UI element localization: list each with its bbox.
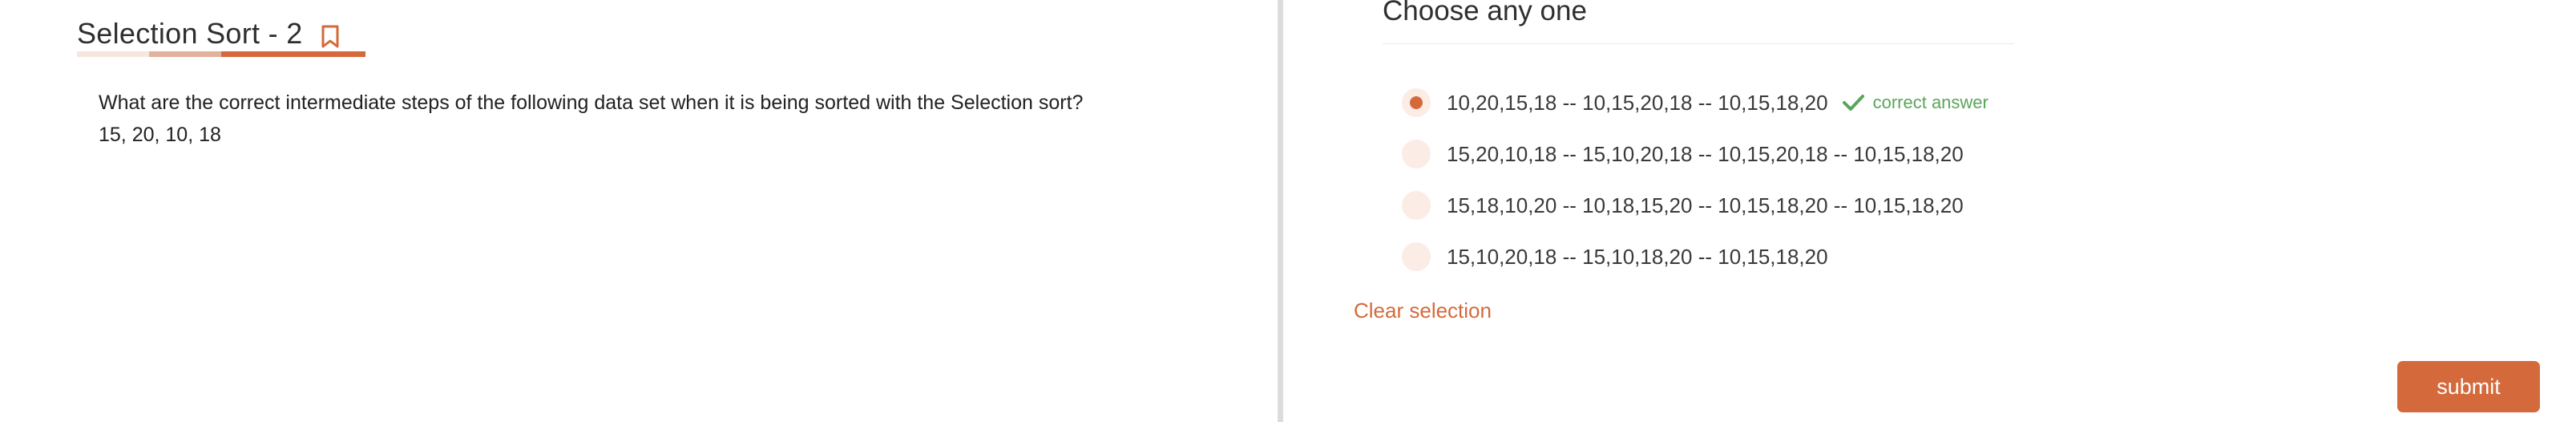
option-label: 15,20,10,18 -- 15,10,20,18 -- 10,15,20,1…	[1447, 141, 1964, 166]
quiz-page: Selection Sort - 2 What are the correct …	[0, 0, 2576, 422]
radio-button[interactable]	[1402, 140, 1431, 168]
option-3[interactable]: 15,18,10,20 -- 10,18,15,20 -- 10,15,18,2…	[1402, 180, 1989, 231]
radio-button[interactable]	[1402, 242, 1431, 271]
page-title: Selection Sort - 2	[77, 17, 303, 50]
choose-heading: Choose any one	[1383, 0, 1587, 26]
title-row: Selection Sort - 2	[77, 13, 340, 55]
question-prompt: What are the correct intermediate steps …	[99, 91, 1084, 114]
progress-segment	[149, 51, 221, 57]
option-label: 15,18,10,20 -- 10,18,15,20 -- 10,15,18,2…	[1447, 193, 1964, 217]
question-pane: Selection Sort - 2 What are the correct …	[0, 0, 1278, 422]
answer-pane: Choose any one 10,20,15,18 -- 10,15,20,1…	[1283, 0, 2576, 422]
radio-button[interactable]	[1402, 191, 1431, 220]
progress-segment	[221, 51, 365, 57]
submit-button[interactable]: submit	[2397, 361, 2540, 412]
bookmark-icon[interactable]	[321, 25, 340, 49]
radio-button-selected[interactable]	[1402, 88, 1431, 117]
option-label: 10,20,15,18 -- 10,15,20,18 -- 10,15,18,2…	[1447, 90, 1828, 115]
question-text: What are the correct intermediate steps …	[99, 87, 1221, 151]
heading-divider	[1383, 43, 2014, 44]
option-2[interactable]: 15,20,10,18 -- 15,10,20,18 -- 10,15,20,1…	[1402, 128, 1989, 180]
answer-options: 10,20,15,18 -- 10,15,20,18 -- 10,15,18,2…	[1402, 77, 1989, 282]
progress-segment	[77, 51, 149, 57]
clear-selection-link[interactable]: Clear selection	[1354, 298, 1492, 323]
pane-divider[interactable]	[1278, 0, 1283, 422]
question-data: 15, 20, 10, 18	[99, 124, 221, 146]
option-1[interactable]: 10,20,15,18 -- 10,15,20,18 -- 10,15,18,2…	[1402, 77, 1989, 128]
correct-answer-label: correct answer	[1872, 92, 1989, 112]
check-icon	[1841, 91, 1865, 115]
option-label: 15,10,20,18 -- 15,10,18,20 -- 10,15,18,2…	[1447, 244, 1828, 269]
option-4[interactable]: 15,10,20,18 -- 15,10,18,20 -- 10,15,18,2…	[1402, 231, 1989, 282]
progress-bar	[77, 51, 365, 57]
